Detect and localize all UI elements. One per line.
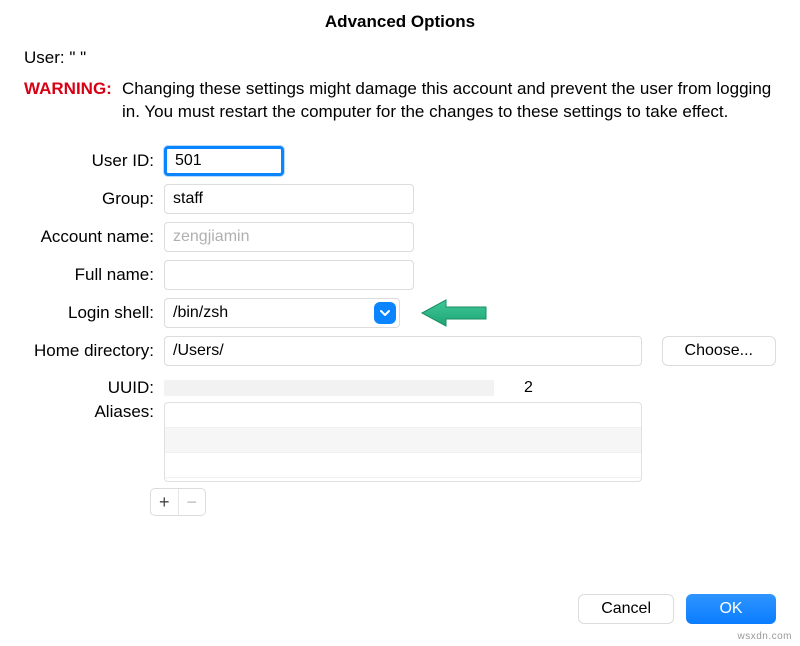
warning-row: WARNING: Changing these settings might d… xyxy=(0,78,800,142)
account-name-label: Account name: xyxy=(24,227,164,247)
arrow-left-icon xyxy=(420,296,490,330)
login-shell-input[interactable] xyxy=(164,298,400,328)
aliases-list[interactable] xyxy=(164,402,642,482)
cancel-button[interactable]: Cancel xyxy=(578,594,674,624)
home-dir-label: Home directory: xyxy=(24,341,164,361)
warning-text: Changing these settings might damage thi… xyxy=(122,78,776,124)
home-dir-input[interactable] xyxy=(164,336,642,366)
user-value: " " xyxy=(69,48,86,67)
user-row: User: " " xyxy=(0,48,800,78)
list-item[interactable] xyxy=(165,403,641,428)
chevron-down-icon xyxy=(379,307,391,319)
account-name-input[interactable] xyxy=(164,222,414,252)
list-item[interactable] xyxy=(165,428,641,453)
user-id-input[interactable] xyxy=(164,146,284,176)
group-input[interactable] xyxy=(164,184,414,214)
full-name-input[interactable] xyxy=(164,260,414,290)
user-label: User: xyxy=(24,48,65,67)
dialog-title: Advanced Options xyxy=(0,0,800,48)
choose-button[interactable]: Choose... xyxy=(662,336,776,366)
login-shell-dropdown-button[interactable] xyxy=(374,302,396,324)
list-item[interactable] xyxy=(165,453,641,478)
watermark: wsxdn.com xyxy=(737,631,792,642)
login-shell-label: Login shell: xyxy=(24,303,164,323)
remove-alias-button[interactable]: − xyxy=(179,489,206,515)
group-label: Group: xyxy=(24,189,164,209)
uuid-suffix: 2 xyxy=(524,379,533,397)
warning-label: WARNING: xyxy=(24,78,122,124)
user-id-label: User ID: xyxy=(24,151,164,171)
add-alias-button[interactable]: + xyxy=(151,489,179,515)
full-name-label: Full name: xyxy=(24,265,164,285)
uuid-value: 2 xyxy=(164,379,642,397)
uuid-label: UUID: xyxy=(24,378,164,398)
alias-controls: + − xyxy=(150,488,206,516)
ok-button[interactable]: OK xyxy=(686,594,776,624)
aliases-label: Aliases: xyxy=(24,402,164,422)
